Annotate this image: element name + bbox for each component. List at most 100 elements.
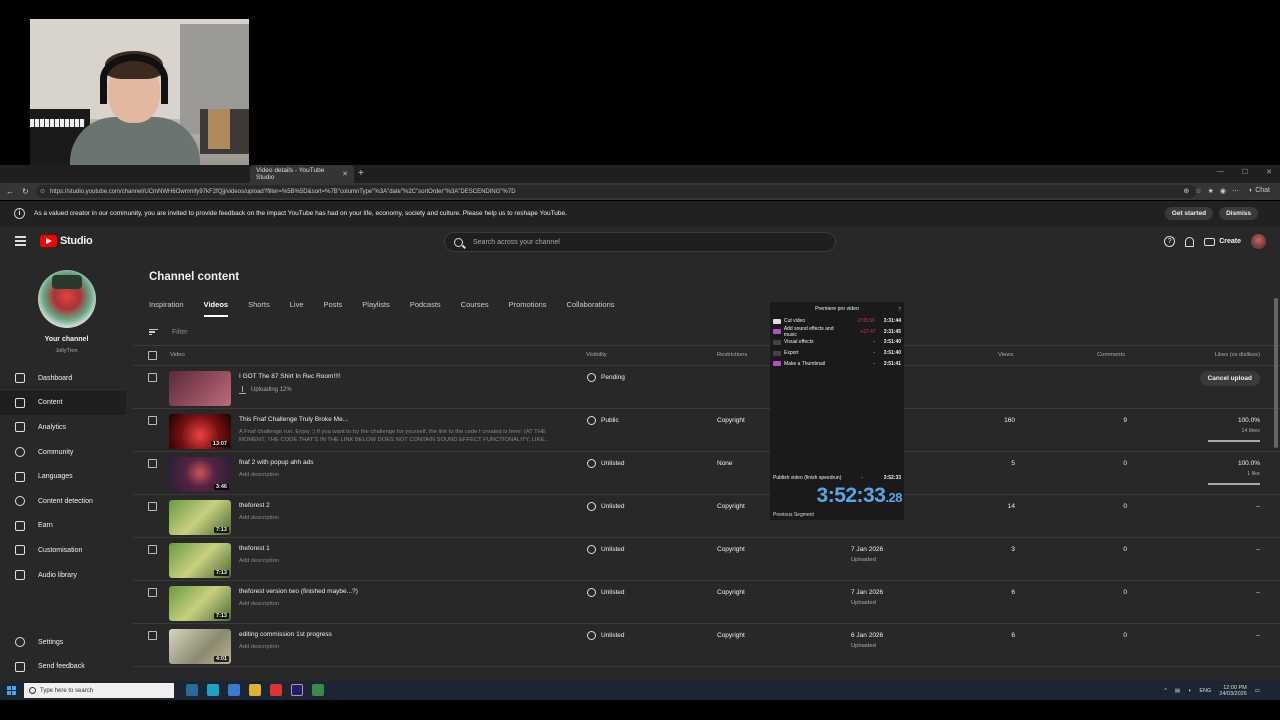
visibility-cell[interactable]: Unlisted [587, 459, 624, 468]
restrictions-cell[interactable]: Copyright [717, 589, 745, 596]
sidebar-item-dashboard[interactable]: Dashboard [0, 366, 126, 391]
video-thumbnail[interactable]: 7:13 [169, 500, 231, 535]
livesplit-icon[interactable] [312, 684, 324, 696]
more-menu-icon[interactable]: ⋯ [1232, 187, 1239, 195]
table-row[interactable]: 7:13 theforest 2 Add description Unliste… [133, 494, 1280, 537]
col-comments[interactable]: Comments [1097, 352, 1125, 358]
account-avatar[interactable] [1251, 234, 1266, 249]
site-info-icon[interactable]: ⊙ [40, 188, 45, 195]
video-title[interactable]: editing commission 1st progress [239, 631, 332, 638]
url-field[interactable]: ⊙ https://studio.youtube.com/channel/UCm… [36, 185, 1196, 198]
sidebar-item-content-detection[interactable]: Content detection [0, 489, 126, 514]
sidebar-item-send-feedback[interactable]: Send feedback [0, 655, 126, 680]
tab-playlists[interactable]: Playlists [362, 300, 390, 317]
col-video[interactable]: Video [170, 352, 185, 358]
maximize-icon[interactable]: ☐ [1242, 168, 1248, 176]
video-thumbnail[interactable]: 4:01 [169, 629, 231, 664]
filter-bar[interactable]: Filter [149, 322, 1269, 342]
comments-cell[interactable]: 0 [1123, 589, 1127, 596]
video-description[interactable]: Add description [239, 557, 569, 565]
row-checkbox[interactable] [148, 416, 157, 425]
filter-input[interactable]: Filter [172, 329, 188, 336]
network-icon[interactable]: ▤ [1175, 688, 1180, 694]
restrictions-cell[interactable]: Copyright [717, 503, 745, 510]
reload-icon[interactable]: ↻ [22, 187, 29, 196]
row-checkbox[interactable] [148, 545, 157, 554]
visibility-cell[interactable]: Unlisted [587, 502, 624, 511]
minimize-icon[interactable]: — [1217, 168, 1224, 176]
new-tab-icon[interactable]: + [358, 168, 364, 179]
video-title[interactable]: I GOT The 87 Shirt In Rec Room!!!! [239, 373, 341, 380]
close-tab-icon[interactable]: ✕ [342, 170, 348, 178]
hamburger-menu-icon[interactable] [15, 236, 26, 248]
col-visibility[interactable]: Visibility [586, 352, 607, 358]
sidebar-item-audio-library[interactable]: Audio library [0, 563, 126, 588]
video-title[interactable]: This Fnaf Challenge Truly Broke Me... [239, 416, 348, 423]
favorites-icon[interactable]: ★ [1208, 187, 1214, 195]
col-views[interactable]: Views [998, 352, 1013, 358]
clock[interactable]: 12:00 PM 24/03/2026 [1219, 685, 1247, 697]
cancel-upload-button[interactable]: Cancel upload [1199, 371, 1260, 386]
comments-cell[interactable]: 0 [1123, 632, 1127, 639]
select-all-checkbox[interactable] [148, 351, 157, 360]
file-explorer-icon[interactable] [249, 684, 261, 696]
extensions-icon[interactable]: ◉ [1220, 187, 1226, 195]
visibility-cell[interactable]: Unlisted [587, 545, 624, 554]
tab-live[interactable]: Live [290, 300, 304, 317]
sidebar-item-content[interactable]: Content [0, 390, 126, 416]
chrome-icon[interactable] [270, 684, 282, 696]
volume-icon[interactable]: ◖ [1188, 688, 1191, 694]
video-thumbnail[interactable]: 13:07 [169, 414, 231, 449]
tab-inspiration[interactable]: Inspiration [149, 300, 184, 317]
visibility-cell[interactable]: Unlisted [587, 588, 624, 597]
tab-videos[interactable]: Videos [203, 300, 229, 317]
browser-tab[interactable]: Video details - YouTube Studio ✕ [250, 165, 354, 183]
start-menu-icon[interactable] [7, 686, 16, 695]
tab-collaborations[interactable]: Collaborations [567, 300, 615, 317]
video-title[interactable]: fnaf 2 with popup ahh ads [239, 459, 313, 466]
tray-expand-icon[interactable]: ^ [1164, 688, 1167, 694]
help-icon[interactable]: ? [1164, 236, 1176, 247]
notifications-bell-icon[interactable] [1185, 236, 1195, 247]
restrictions-cell[interactable]: Copyright [717, 632, 745, 639]
visibility-cell[interactable]: Unlisted [587, 631, 624, 640]
row-checkbox[interactable] [148, 631, 157, 640]
table-row[interactable]: 4:01 editing commission 1st progress Add… [133, 623, 1280, 666]
tab-posts[interactable]: Posts [324, 300, 343, 317]
visibility-cell[interactable]: Pending [587, 373, 625, 382]
sidebar-item-settings[interactable]: Settings [0, 630, 126, 655]
chat-button[interactable]: ◐ Chat [1244, 186, 1274, 195]
get-started-button[interactable]: Get started [1164, 207, 1214, 220]
sidebar-item-earn[interactable]: Earn [0, 514, 126, 539]
scrollbar[interactable] [1274, 298, 1278, 448]
video-thumbnail[interactable]: 3:46 [169, 457, 231, 492]
col-likes[interactable]: Likes (vs dislikes) [1215, 352, 1260, 358]
table-row[interactable]: 7:13 theforest 1 Add description Unliste… [133, 537, 1280, 580]
sidebar-item-languages[interactable]: Languages [0, 464, 126, 489]
video-thumbnail[interactable] [169, 371, 231, 406]
table-row[interactable]: 7:13 theforest version two (finished may… [133, 580, 1280, 623]
filter-icon[interactable] [149, 328, 158, 336]
edge-icon[interactable] [207, 684, 219, 696]
video-description[interactable]: Add description [239, 471, 569, 479]
notifications-icon[interactable]: ▭ [1255, 688, 1260, 694]
channel-search-input[interactable]: Search across your channel [444, 232, 836, 252]
restrictions-cell[interactable]: None [717, 460, 733, 467]
video-description[interactable]: A Fnaf challenge run. Enjoy :) If you wa… [239, 428, 569, 444]
video-thumbnail[interactable]: 7:13 [169, 543, 231, 578]
studio-logo[interactable]: Studio [40, 235, 93, 247]
row-checkbox[interactable] [148, 373, 157, 382]
sidebar-item-analytics[interactable]: Analytics [0, 415, 126, 440]
comments-cell[interactable]: 0 [1123, 503, 1127, 510]
close-window-icon[interactable]: ✕ [1266, 168, 1272, 176]
video-title[interactable]: theforest version two (finished maybe...… [239, 588, 358, 595]
taskbar-search[interactable]: Type here to search [24, 683, 174, 698]
table-row[interactable]: 3:46 fnaf 2 with popup ahh ads Add descr… [133, 451, 1280, 494]
video-description[interactable]: Add description [239, 514, 569, 522]
row-checkbox[interactable] [148, 502, 157, 511]
table-row[interactable]: I GOT The 87 Shirt In Rec Room!!!! Uploa… [133, 365, 1280, 408]
zoom-icon[interactable]: ⊕ [1183, 187, 1189, 195]
video-title[interactable]: theforest 2 [239, 502, 270, 509]
table-row-partial[interactable] [133, 666, 1280, 681]
language-indicator[interactable]: ENG [1199, 688, 1211, 694]
